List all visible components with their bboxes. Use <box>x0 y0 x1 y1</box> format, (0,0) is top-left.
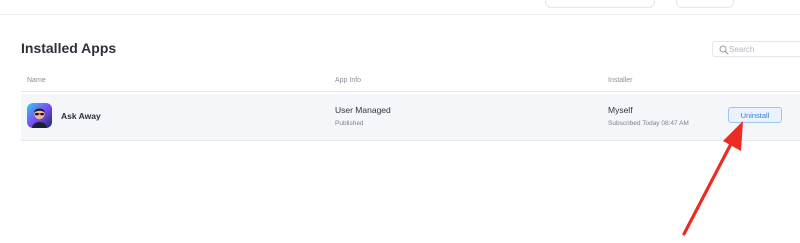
installer-value: Myself <box>608 105 633 115</box>
column-header-name: Name <box>27 77 46 84</box>
column-header-app-info: App Info <box>335 77 362 84</box>
top-bar <box>0 0 800 15</box>
column-header-installer: Installer <box>608 77 633 84</box>
installed-timestamp: Subscribed Today 08:47 AM <box>608 120 689 127</box>
search-box[interactable] <box>712 41 800 57</box>
app-avatar-icon <box>27 103 52 128</box>
top-bar-control[interactable] <box>545 0 655 8</box>
top-bar-control[interactable] <box>676 0 734 8</box>
app-name[interactable]: Ask Away <box>61 111 101 121</box>
uninstall-button[interactable]: Uninstall <box>728 107 782 123</box>
search-input[interactable] <box>729 43 799 55</box>
app-status: Published <box>335 120 364 127</box>
page-title: Installed Apps <box>21 40 117 56</box>
table-row[interactable]: Ask Away User Managed Published Myself S… <box>21 94 800 141</box>
app-info-value: User Managed <box>335 105 391 115</box>
search-icon <box>719 45 729 55</box>
header-divider <box>21 91 800 92</box>
